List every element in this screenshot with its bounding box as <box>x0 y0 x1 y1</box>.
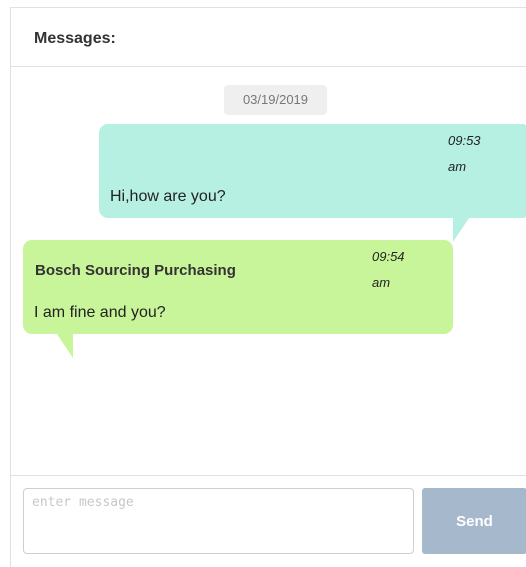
incoming-message-bubble: Bosch Sourcing Purchasing 09:54 am I am … <box>23 240 453 334</box>
message-time: 09:53 am <box>448 128 508 180</box>
messages-panel: Messages: 03/19/2019 09:53 am Hi,how are… <box>10 7 526 567</box>
page-title: Messages: <box>34 30 116 47</box>
message-input[interactable] <box>23 488 414 554</box>
send-button[interactable]: Send <box>422 488 526 554</box>
incoming-bubble-tail <box>57 334 73 358</box>
message-time-hm: 09:53 <box>448 133 481 148</box>
message-time-ampm: am <box>372 275 391 290</box>
messages-header: Messages: <box>11 8 526 67</box>
outgoing-message-bubble: 09:53 am Hi,how are you? <box>99 124 526 218</box>
composer-divider <box>11 475 526 476</box>
message-time-ampm: am <box>448 159 467 174</box>
message-text: Hi,how are you? <box>110 188 226 205</box>
message-time: 09:54 am <box>372 244 432 296</box>
date-badge: 03/19/2019 <box>224 85 327 115</box>
message-text: I am fine and you? <box>34 304 166 321</box>
message-time-hm: 09:54 <box>372 249 405 264</box>
message-sender: Bosch Sourcing Purchasing <box>35 262 236 279</box>
outgoing-bubble-tail <box>453 218 469 242</box>
